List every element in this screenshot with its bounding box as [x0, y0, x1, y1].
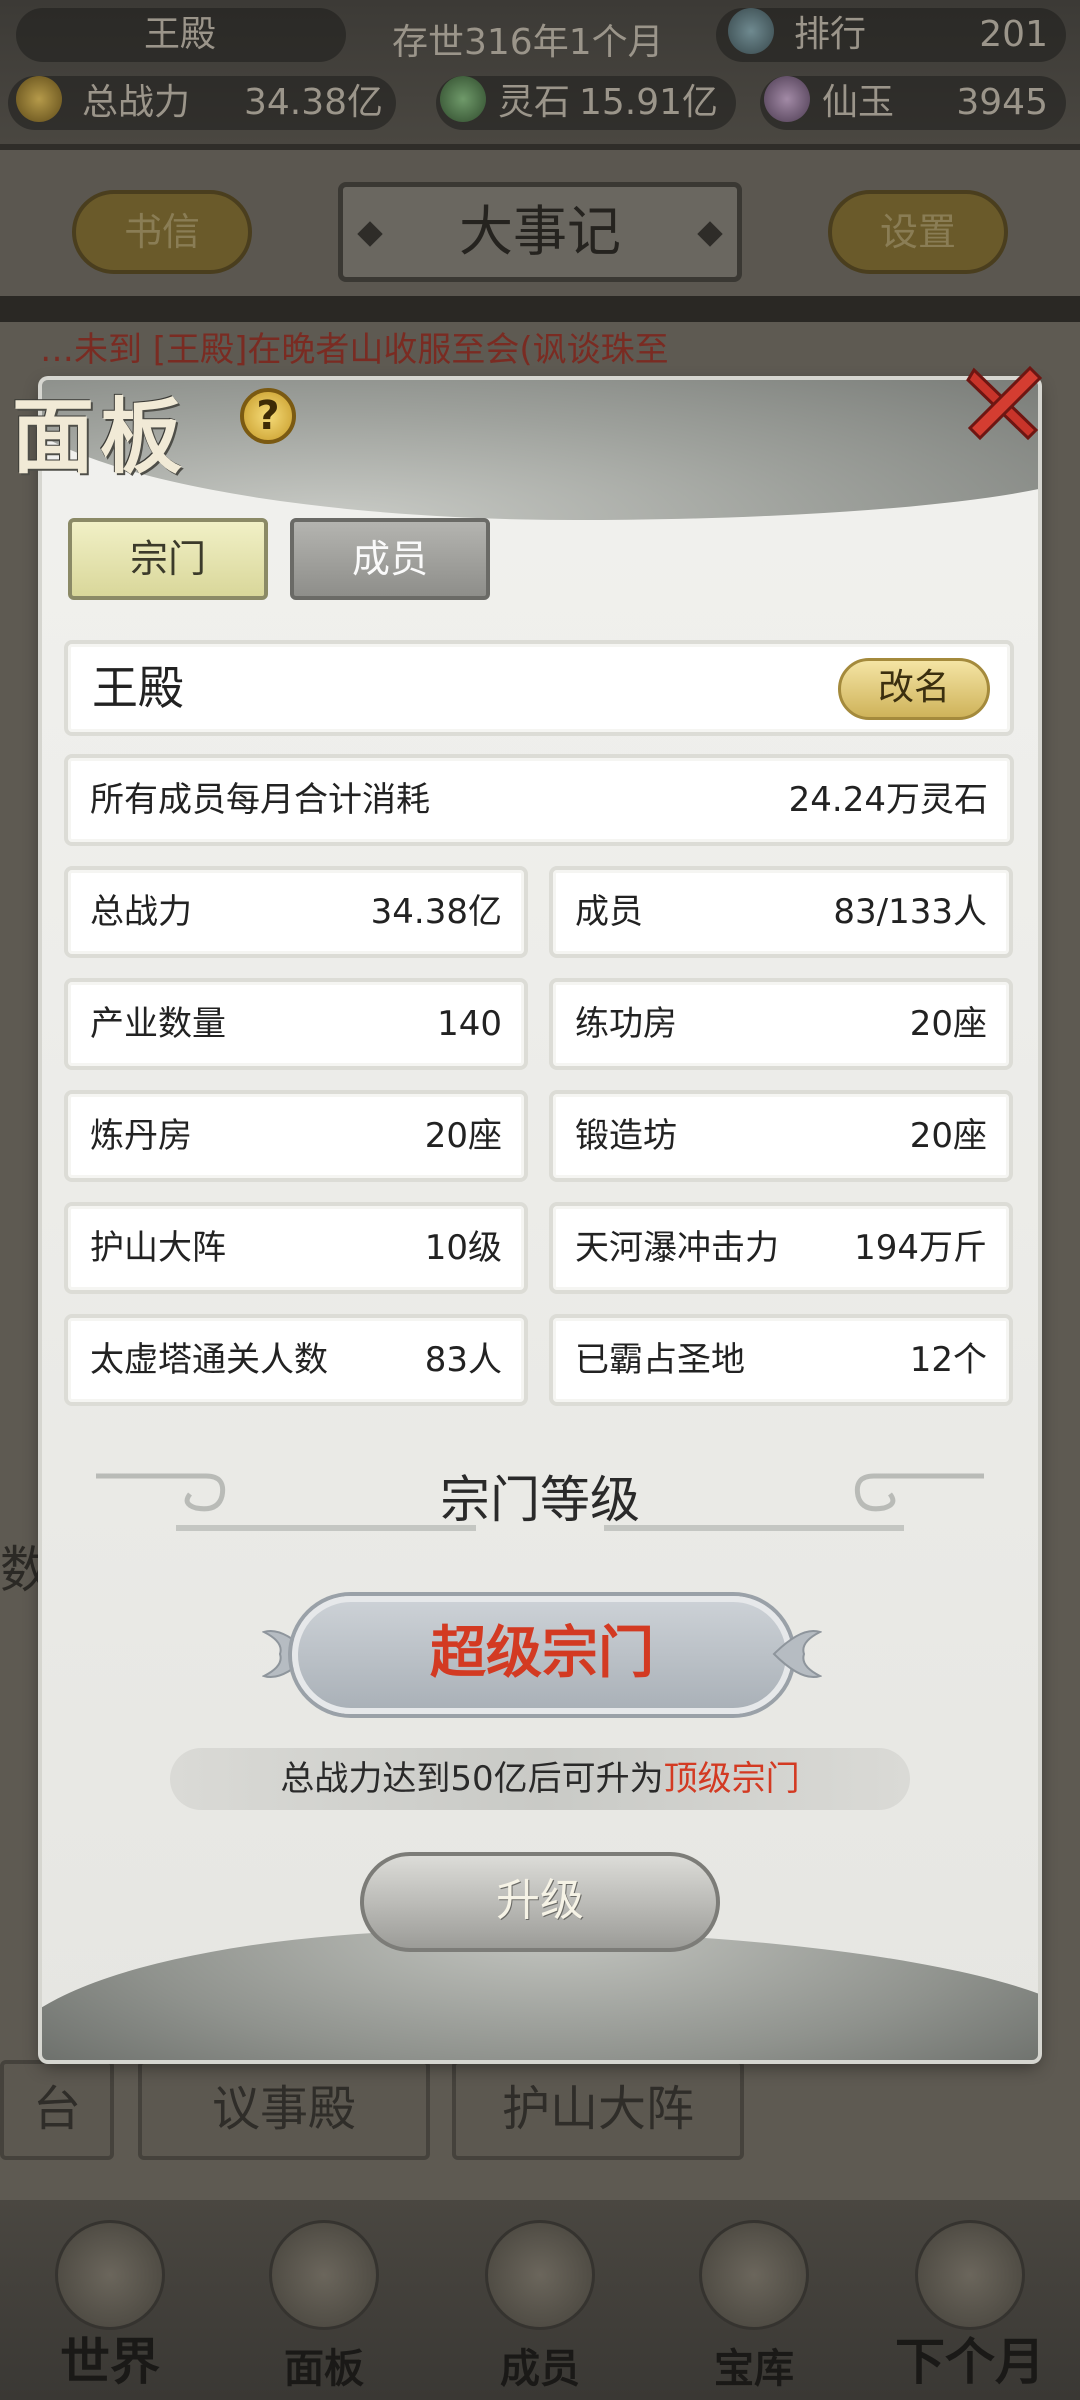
letters-button[interactable]: 书信 — [72, 190, 252, 274]
jade-pill: 仙玉 3945 — [760, 76, 1066, 130]
member-icon — [485, 2220, 595, 2330]
stat-label: 练功房 — [575, 1004, 677, 1044]
stat-label: 已霸占圣地 — [575, 1340, 745, 1380]
stat-value: 10级 — [424, 1228, 502, 1268]
stat-value: 12个 — [909, 1340, 987, 1380]
sect-level-title: 宗门等级 — [440, 1471, 640, 1529]
panel-icon — [269, 2220, 379, 2330]
rank-pill[interactable]: 排行 201 — [716, 8, 1066, 62]
building-partial[interactable]: 台 — [0, 2060, 114, 2160]
nav-world[interactable]: 世界 — [20, 2210, 200, 2400]
stat-card-tower-clears: 太虚塔通关人数 83人 — [64, 1314, 528, 1406]
stat-value: 34.38亿 — [370, 892, 502, 932]
stat-value: 83/133人 — [833, 892, 987, 932]
jade-label: 仙玉 — [822, 82, 895, 123]
stat-card-industry-count: 产业数量 140 — [64, 978, 528, 1070]
panel-title: 面板 — [12, 389, 189, 485]
power-value: 34.38亿 — [244, 82, 384, 123]
nav-members-label: 成员 — [500, 2345, 580, 2392]
help-icon[interactable]: ? — [240, 388, 296, 444]
stone-value: 15.91亿 — [578, 82, 718, 123]
stat-label: 天河瀑冲击力 — [575, 1228, 779, 1268]
title-diamond-left — [357, 221, 383, 247]
stat-value: 83人 — [424, 1340, 502, 1380]
immortal-jade-icon — [764, 76, 810, 122]
news-strip: …未到 [王殿]在晚者山收服至会(讽谈珠至 — [40, 330, 669, 370]
upgrade-hint-prefix: 总战力达到50亿后可升为 — [280, 1759, 664, 1799]
tab-sect[interactable]: 宗门 — [68, 518, 268, 600]
nav-next-month[interactable]: 下个月 — [880, 2210, 1060, 2400]
stat-card-forge: 锻造坊 20座 — [549, 1090, 1013, 1182]
top-status-bar: 王殿 存世316年1个月 排行 201 总战力 34.38亿 灵石 15.91亿 — [0, 0, 1080, 150]
stat-label: 护山大阵 — [90, 1228, 226, 1268]
stat-value: 20座 — [909, 1004, 987, 1044]
sect-age: 存世316年1个月 — [392, 22, 664, 63]
consumption-card: 所有成员每月合计消耗 24.24万灵石 — [64, 754, 1014, 846]
stat-card-members: 成员 83/133人 — [549, 866, 1013, 958]
next-month-icon — [915, 2220, 1025, 2330]
nav-next-month-label: 下个月 — [895, 2332, 1045, 2391]
stat-value: 140 — [437, 1004, 502, 1044]
stat-label: 产业数量 — [90, 1004, 226, 1044]
nav-world-label: 世界 — [60, 2332, 160, 2391]
events-title: 大事记 — [338, 182, 742, 282]
stat-value: 194万斤 — [854, 1228, 987, 1268]
nav-panel[interactable]: 面板 — [234, 2210, 414, 2400]
rank-label: 排行 — [794, 14, 867, 55]
stat-label: 锻造坊 — [575, 1116, 677, 1156]
upgrade-hint: 总战力达到50亿后可升为顶级宗门 — [170, 1748, 910, 1810]
stat-card-training-room: 练功房 20座 — [549, 978, 1013, 1070]
building-mountain-array[interactable]: 护山大阵 — [452, 2060, 744, 2160]
sect-name-text: 王殿 — [92, 661, 184, 715]
scroll-band — [0, 296, 1080, 322]
upgrade-hint-target: 顶级宗门 — [663, 1759, 800, 1799]
treasury-icon — [699, 2220, 809, 2330]
stat-card-holy-lands: 已霸占圣地 12个 — [549, 1314, 1013, 1406]
stat-card-waterfall-force: 天河瀑冲击力 194万斤 — [549, 1202, 1013, 1294]
sect-name: 王殿 — [144, 14, 217, 55]
stat-card-total-power: 总战力 34.38亿 — [64, 866, 528, 958]
rank-icon — [728, 8, 774, 54]
power-icon — [16, 76, 62, 122]
stat-label: 太虚塔通关人数 — [90, 1340, 328, 1380]
stat-label: 炼丹房 — [90, 1116, 192, 1156]
title-diamond-right — [697, 221, 723, 247]
settings-button[interactable]: 设置 — [828, 190, 1008, 274]
spirit-stone-icon — [440, 76, 486, 122]
rename-button[interactable]: 改名 — [838, 658, 990, 720]
nav-treasury[interactable]: 宝库 — [664, 2210, 844, 2400]
stat-value: 20座 — [909, 1116, 987, 1156]
tab-members[interactable]: 成员 — [290, 518, 490, 600]
nav-members[interactable]: 成员 — [450, 2210, 630, 2400]
sect-name-pill: 王殿 — [16, 8, 346, 62]
sect-name-card: 王殿 改名 — [64, 640, 1014, 736]
stat-value: 20座 — [424, 1116, 502, 1156]
world-icon — [55, 2220, 165, 2330]
rank-value: 201 — [979, 14, 1048, 55]
stat-card-mountain-array: 护山大阵 10级 — [64, 1202, 528, 1294]
power-pill: 总战力 34.38亿 — [8, 76, 396, 130]
stat-label: 成员 — [575, 892, 643, 932]
nav-treasury-label: 宝库 — [714, 2345, 794, 2392]
close-icon[interactable] — [960, 360, 1046, 446]
sect-level-badge: 超级宗门 — [292, 1596, 792, 1714]
events-title-text: 大事记 — [459, 200, 621, 263]
stat-label: 总战力 — [90, 892, 192, 932]
cloud-decoration-top — [42, 380, 1038, 520]
consumption-value: 24.24万灵石 — [788, 780, 988, 820]
stone-label: 灵石 — [498, 82, 571, 123]
level-wing-right — [772, 1630, 822, 1678]
building-council-hall[interactable]: 议事殿 — [138, 2060, 430, 2160]
jade-value: 3945 — [956, 82, 1048, 123]
stat-card-alchemy-room: 炼丹房 20座 — [64, 1090, 528, 1182]
upgrade-button[interactable]: 升级 — [360, 1852, 720, 1952]
power-label: 总战力 — [82, 82, 191, 123]
consumption-label: 所有成员每月合计消耗 — [90, 780, 430, 820]
stone-pill: 灵石 15.91亿 — [436, 76, 736, 130]
nav-panel-label: 面板 — [284, 2345, 364, 2392]
